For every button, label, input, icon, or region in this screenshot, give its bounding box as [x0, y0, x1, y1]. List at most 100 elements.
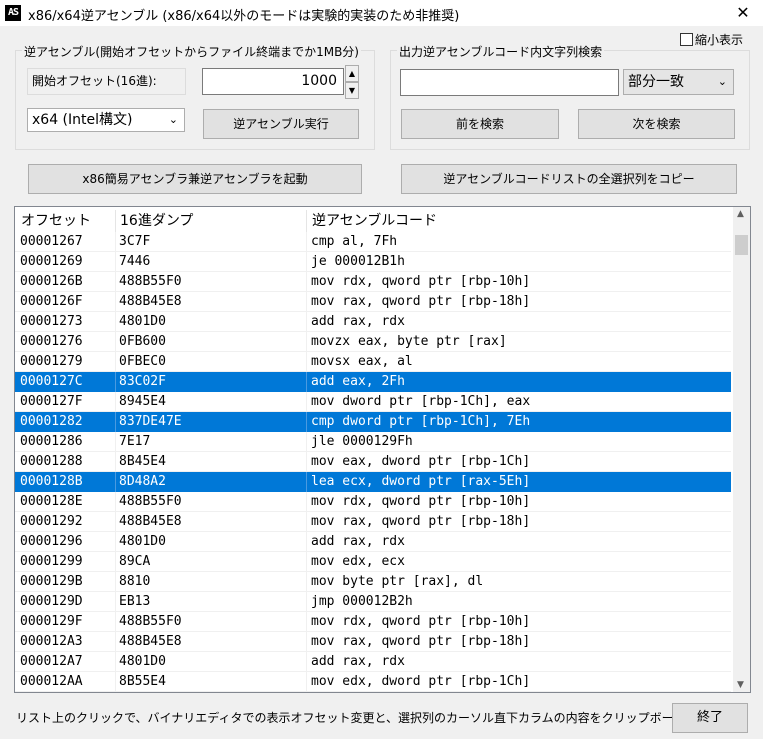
cell-divider: [115, 232, 116, 252]
cell-divider: [306, 352, 307, 372]
cell-divider: [115, 412, 116, 432]
search-prev-button[interactable]: 前を検索: [401, 109, 559, 139]
table-row[interactable]: 000012A3 488B45E8 mov rax, qword ptr [rbp-…: [15, 632, 731, 652]
column-header-hex[interactable]: 16進ダンプ: [120, 210, 193, 230]
cell-divider: [115, 432, 116, 452]
table-row[interactable]: 0000126F 488B45E8 mov rax, qword ptr [rbp-…: [15, 292, 731, 312]
cell-hex: 488B55F0: [119, 274, 182, 289]
cell-hex: 0FB600: [119, 334, 166, 349]
cell-divider: [306, 272, 307, 292]
cell-offset: 0000126F: [20, 294, 83, 309]
disassembly-list[interactable]: オフセット 16進ダンプ 逆アセンブルコード 00001267 3C7F cmp a…: [14, 206, 751, 693]
compact-view-label: 縮小表示: [695, 33, 744, 47]
table-row[interactable]: 00001273 4801D0 add rax, rdx: [15, 312, 731, 332]
cell-code: je 000012B1h: [311, 254, 405, 269]
cell-offset: 00001288: [20, 454, 83, 469]
status-hint: リスト上のクリックで、バイナリエディタでの表示オフセット変更と、選択列のカーソル…: [16, 711, 734, 725]
table-row[interactable]: 00001292 488B45E8 mov rax, qword ptr [rbp-…: [15, 512, 731, 532]
cell-offset: 00001273: [20, 314, 83, 329]
cell-code: cmp al, 7Fh: [311, 234, 398, 249]
close-button[interactable]: ✕: [723, 0, 763, 26]
scroll-up-icon[interactable]: ▲: [737, 209, 744, 219]
column-header-code[interactable]: 逆アセンブルコード: [312, 210, 437, 230]
cell-divider: [115, 392, 116, 412]
table-row[interactable]: 0000127C 83C02F add eax, 2Fh: [15, 372, 731, 392]
exit-button[interactable]: 終了: [672, 703, 748, 733]
cell-divider: [115, 672, 116, 692]
cell-divider: [115, 652, 116, 672]
table-row[interactable]: 0000128B 8D48A2 lea ecx, dword ptr [rax-5E…: [15, 472, 731, 492]
mode-select[interactable]: x64 (Intel構文) ⌄: [27, 108, 185, 132]
cell-code: mov dword ptr [rbp-1Ch], eax: [311, 394, 531, 409]
cell-divider: [306, 532, 307, 552]
column-divider[interactable]: [115, 210, 116, 234]
cell-code: add rax, rdx: [311, 314, 405, 329]
checkbox-box[interactable]: [680, 33, 693, 46]
table-row[interactable]: 0000129F 488B55F0 mov rdx, qword ptr [rbp-…: [15, 612, 731, 632]
vertical-scrollbar[interactable]: ▲ ▼: [733, 207, 750, 692]
title-bar[interactable]: AS x86/x64逆アセンブル (x86/x64以外のモードは実験的実装のため…: [0, 0, 763, 26]
cell-hex: 488B55F0: [119, 614, 182, 629]
cell-divider: [306, 232, 307, 252]
copy-selected-rows-button[interactable]: 逆アセンブルコードリストの全選択列をコピー: [401, 164, 737, 194]
cell-offset: 00001299: [20, 554, 83, 569]
cell-code: mov byte ptr [rax], dl: [311, 574, 484, 589]
table-row[interactable]: 00001279 0FBEC0 movsx eax, al: [15, 352, 731, 372]
table-row[interactable]: 0000129D EB13 jmp 000012B2h: [15, 592, 731, 612]
cell-divider: [115, 372, 116, 392]
table-row[interactable]: 00001296 4801D0 add rax, rdx: [15, 532, 731, 552]
cell-hex: 8B55E4: [119, 674, 166, 689]
compact-view-checkbox[interactable]: 縮小表示: [680, 31, 743, 48]
cell-divider: [115, 552, 116, 572]
cell-hex: 0FBEC0: [119, 354, 166, 369]
table-row[interactable]: 00001282 837DE47E cmp dword ptr [rbp-1Ch],…: [15, 412, 731, 432]
table-row[interactable]: 00001288 8B45E4 mov eax, dword ptr [rbp-1C…: [15, 452, 731, 472]
run-disassemble-button[interactable]: 逆アセンブル実行: [203, 109, 359, 139]
start-offset-input[interactable]: 1000: [202, 68, 344, 95]
table-row[interactable]: 0000128E 488B55F0 mov rdx, qword ptr [rbp-…: [15, 492, 731, 512]
cell-hex: 488B45E8: [119, 634, 182, 649]
column-divider[interactable]: [306, 210, 307, 234]
table-row[interactable]: 00001299 89CA mov edx, ecx: [15, 552, 731, 572]
launch-assembler-button[interactable]: x86簡易アセンブラ兼逆アセンブラを起動: [28, 164, 362, 194]
table-row[interactable]: 000012A7 4801D0 add rax, rdx: [15, 652, 731, 672]
table-row[interactable]: 00001286 7E17 jle 0000129Fh: [15, 432, 731, 452]
cell-divider: [115, 472, 116, 492]
cell-offset: 0000129F: [20, 614, 83, 629]
scroll-down-icon[interactable]: ▼: [737, 680, 744, 690]
cell-divider: [306, 552, 307, 572]
cell-divider: [115, 592, 116, 612]
table-row[interactable]: 00001276 0FB600 movzx eax, byte ptr [rax]: [15, 332, 731, 352]
cell-code: mov rax, qword ptr [rbp-18h]: [311, 634, 531, 649]
table-row[interactable]: 00001267 3C7F cmp al, 7Fh: [15, 232, 731, 252]
scroll-thumb[interactable]: [735, 235, 748, 255]
cell-divider: [115, 272, 116, 292]
cell-offset: 0000126B: [20, 274, 83, 289]
search-input[interactable]: [400, 69, 619, 96]
cell-hex: 3C7F: [119, 234, 151, 249]
cell-code: add rax, rdx: [311, 654, 405, 669]
cell-divider: [115, 492, 116, 512]
cell-hex: 8945E4: [119, 394, 166, 409]
match-mode-select[interactable]: 部分一致 ⌄: [623, 69, 734, 95]
cell-divider: [306, 672, 307, 692]
search-next-button[interactable]: 次を検索: [578, 109, 735, 139]
cell-offset: 0000128B: [20, 474, 83, 489]
column-header-offset[interactable]: オフセット: [21, 210, 91, 230]
table-row[interactable]: 0000127F 8945E4 mov dword ptr [rbp-1Ch], e…: [15, 392, 731, 412]
mode-select-value: x64 (Intel構文): [32, 112, 133, 128]
offset-spin-down[interactable]: ▼: [345, 82, 359, 99]
table-row[interactable]: 000012AA 8B55E4 mov edx, dword ptr [rbp-1C…: [15, 672, 731, 692]
cell-offset: 00001292: [20, 514, 83, 529]
cell-offset: 00001267: [20, 234, 83, 249]
cell-code: mov rax, qword ptr [rbp-18h]: [311, 294, 531, 309]
cell-code: add rax, rdx: [311, 534, 405, 549]
table-row[interactable]: 00001269 7446 je 000012B1h: [15, 252, 731, 272]
cell-divider: [306, 432, 307, 452]
table-row[interactable]: 0000129B 8810 mov byte ptr [rax], dl: [15, 572, 731, 592]
table-row[interactable]: 0000126B 488B55F0 mov rdx, qword ptr [rbp-…: [15, 272, 731, 292]
cell-divider: [306, 632, 307, 652]
cell-hex: 837DE47E: [119, 414, 182, 429]
cell-hex: 89CA: [119, 554, 151, 569]
offset-spin-up[interactable]: ▲: [345, 65, 359, 82]
